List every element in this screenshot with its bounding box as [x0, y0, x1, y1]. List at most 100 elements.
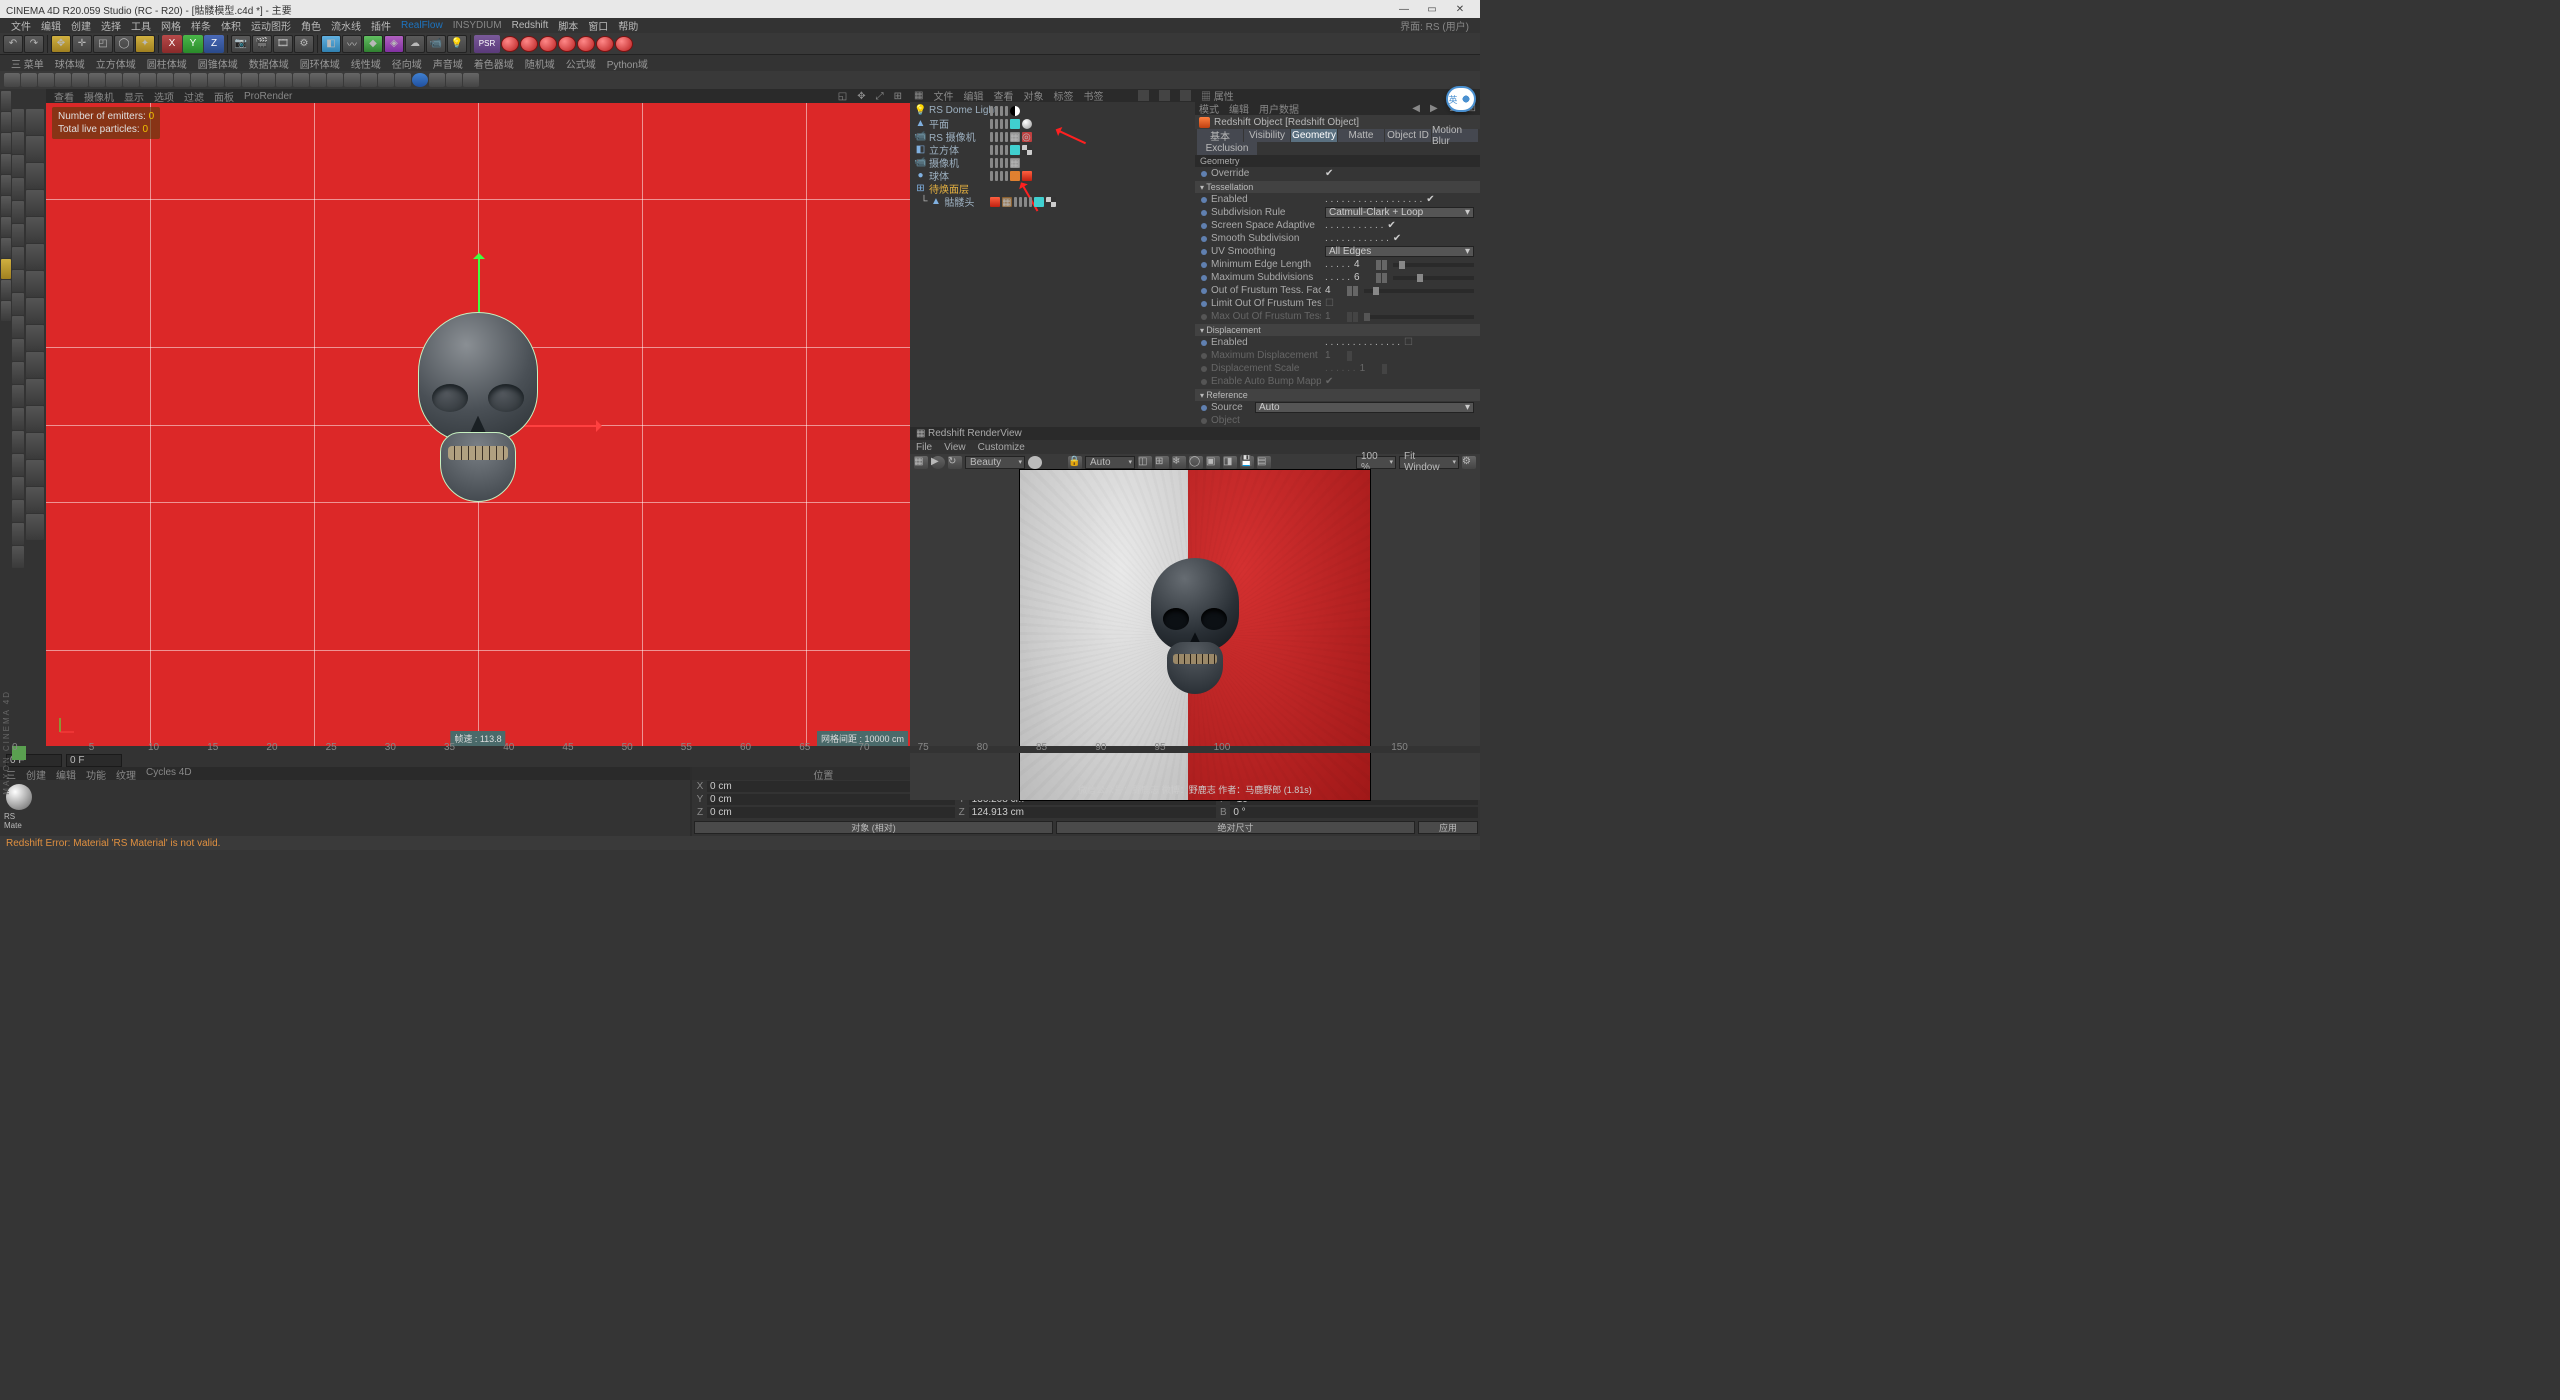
dock-20[interactable] [12, 546, 24, 568]
subdivision-rule-select[interactable]: Catmull-Clark + Loop▾ [1325, 207, 1474, 218]
eff-10[interactable] [157, 73, 173, 87]
field-python[interactable]: Python域 [602, 56, 653, 71]
field-torus[interactable]: 圆环体域 [295, 56, 345, 71]
eff-9[interactable] [140, 73, 156, 87]
om-filter-icon[interactable] [1180, 90, 1191, 101]
mat-edit[interactable]: 编辑 [56, 767, 76, 780]
primitive-button[interactable]: ◧ [321, 35, 341, 53]
eff-26[interactable] [429, 73, 445, 87]
rv-freeze-button[interactable]: ❄ [1172, 456, 1186, 469]
rv-file[interactable]: File [916, 442, 932, 453]
rv-save-button[interactable]: 💾 [1240, 456, 1254, 469]
mode-snap[interactable] [1, 259, 11, 279]
dockb-7[interactable] [26, 271, 44, 297]
om-object[interactable]: 对象 [1023, 88, 1043, 103]
mode-workplane[interactable] [1, 238, 11, 258]
environment-button[interactable]: ☁ [405, 35, 425, 53]
dock-16[interactable] [12, 454, 24, 476]
rv-fit-select[interactable]: Fit Window [1399, 456, 1459, 469]
om-bookmark[interactable]: 书签 [1083, 88, 1103, 103]
mat-create[interactable]: 创建 [26, 767, 46, 780]
move-tool[interactable]: ✛ [72, 35, 92, 53]
dock-5[interactable] [12, 201, 24, 223]
section-reference[interactable]: Reference [1195, 389, 1480, 401]
rv-settings-icon[interactable]: ⚙ [1462, 456, 1476, 469]
eff-27[interactable] [446, 73, 462, 87]
dock-6[interactable] [12, 224, 24, 246]
vp-nav-2[interactable]: ✥ [857, 91, 865, 102]
dockb-14[interactable] [26, 460, 44, 486]
mode-edge[interactable] [1, 175, 11, 195]
eff-16[interactable] [259, 73, 275, 87]
rv-render-button[interactable]: ▦ [914, 456, 928, 469]
menu-script[interactable]: 脚本 [553, 18, 583, 33]
menu-character[interactable]: 角色 [296, 18, 326, 33]
select-tool[interactable]: ✥ [51, 35, 71, 53]
eff-4[interactable] [55, 73, 71, 87]
field-shader[interactable]: 着色器域 [469, 56, 519, 71]
object-row-0[interactable]: 💡RS Dome Light [912, 104, 1193, 117]
dockb-6[interactable] [26, 244, 44, 270]
field-data[interactable]: 数据体域 [244, 56, 294, 71]
object-row-4[interactable]: 📹摄像机▦ [912, 156, 1193, 169]
mode-object[interactable] [1, 112, 11, 132]
section-displacement[interactable]: Displacement [1195, 324, 1480, 336]
eff-21[interactable] [344, 73, 360, 87]
am-fwd[interactable]: ▶ [1430, 103, 1438, 114]
eff-2[interactable] [21, 73, 37, 87]
eff-15[interactable] [242, 73, 258, 87]
rv-region-button[interactable]: ◫ [1138, 456, 1152, 469]
translate-widget[interactable]: 英 [1446, 86, 1476, 112]
light-button[interactable]: 💡 [447, 35, 467, 53]
menu-select[interactable]: 选择 [96, 18, 126, 33]
render-pv-button[interactable]: 🎞 [273, 35, 293, 53]
tab-visibility[interactable]: Visibility [1244, 129, 1290, 142]
mode-model[interactable] [1, 91, 11, 111]
eff-19[interactable] [310, 73, 326, 87]
menu-file[interactable]: 文件 [6, 18, 36, 33]
vp-nav-3[interactable]: ⤢ [876, 91, 884, 102]
dock-9[interactable] [12, 293, 24, 315]
minimize-button[interactable]: — [1390, 0, 1418, 18]
am-edit[interactable]: 编辑 [1229, 101, 1249, 116]
dock-3[interactable] [12, 155, 24, 177]
dockb-11[interactable] [26, 379, 44, 405]
render-region-button[interactable]: 🎬 [252, 35, 272, 53]
coord-mode-select[interactable]: 对象 (相对) [694, 821, 1053, 834]
rv-camera-select[interactable]: Auto [1085, 456, 1135, 469]
field-formula[interactable]: 公式域 [561, 56, 601, 71]
rv-circle-button[interactable]: ◯ [1189, 456, 1203, 469]
menu-volume[interactable]: 体积 [216, 18, 246, 33]
rv-zoom-value[interactable]: 100 % [1356, 456, 1396, 469]
rv-ipr-button[interactable]: ▶ [931, 456, 945, 469]
eff-5[interactable] [72, 73, 88, 87]
eff-24[interactable] [395, 73, 411, 87]
tab-basic[interactable]: 基本 [1197, 129, 1243, 142]
dock-11[interactable] [12, 339, 24, 361]
dock-12[interactable] [12, 362, 24, 384]
eff-25[interactable] [412, 73, 428, 87]
mode-quantize[interactable] [1, 280, 11, 300]
menu-realflow[interactable]: RealFlow [396, 20, 448, 31]
dockb-13[interactable] [26, 433, 44, 459]
dockb-8[interactable] [26, 298, 44, 324]
rv-aov-select[interactable]: Beauty [965, 456, 1025, 469]
dockb-4[interactable] [26, 190, 44, 216]
menu-window[interactable]: 窗口 [583, 18, 613, 33]
maximize-button[interactable]: ▭ [1418, 0, 1446, 18]
dock-1[interactable] [12, 109, 24, 131]
close-button[interactable]: ✕ [1446, 0, 1474, 18]
skull-object[interactable] [408, 312, 548, 512]
layout-indicator[interactable]: 界面: RS (用户) [1395, 18, 1474, 33]
vm-prorender[interactable]: ProRender [244, 91, 292, 102]
mode-poly[interactable] [1, 196, 11, 216]
om-edit[interactable]: 编辑 [963, 88, 983, 103]
eff-17[interactable] [276, 73, 292, 87]
psr-button[interactable]: PSR [474, 35, 500, 53]
dock-14[interactable] [12, 408, 24, 430]
rotate-tool[interactable]: ◯ [114, 35, 134, 53]
recent-tool[interactable]: ✦ [135, 35, 155, 53]
rv-picker-button[interactable]: ▣ [1206, 456, 1220, 469]
tab-matte[interactable]: Matte [1338, 129, 1384, 142]
dock-4[interactable] [12, 178, 24, 200]
